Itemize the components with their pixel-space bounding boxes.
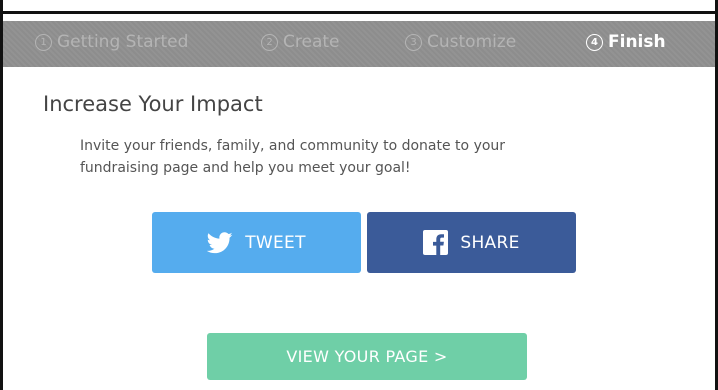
step-customize[interactable]: 3 Customize: [405, 32, 516, 52]
step-finish[interactable]: 4 Finish: [586, 32, 666, 52]
main-content: Increase Your Impact Invite your friends…: [3, 67, 715, 390]
step-create[interactable]: 2 Create: [261, 32, 340, 52]
step-label: Finish: [608, 32, 666, 52]
view-your-page-button[interactable]: VIEW YOUR PAGE >: [207, 333, 527, 380]
view-page-button-label: VIEW YOUR PAGE >: [286, 347, 448, 366]
step-label: Getting Started: [57, 32, 189, 52]
step-number-badge: 3: [405, 34, 422, 51]
tweet-button[interactable]: TWEET: [152, 212, 361, 273]
page-description: Invite your friends, family, and communi…: [80, 138, 506, 176]
step-number-badge: 4: [586, 34, 603, 51]
step-number-badge: 1: [35, 34, 52, 51]
twitter-bird-icon: [207, 231, 233, 254]
step-number-badge: 2: [261, 34, 278, 51]
step-label: Create: [283, 32, 340, 52]
share-button-label: SHARE: [460, 232, 520, 253]
tweet-button-label: TWEET: [245, 232, 306, 253]
facebook-icon: [423, 230, 449, 255]
progress-steps-bar: 1 Getting Started 2 Create 3 Customize 4 Fin…: [3, 21, 715, 67]
page-frame: 1 Getting Started 2 Create 3 Customize 4 Fin…: [0, 0, 718, 390]
facebook-share-button[interactable]: SHARE: [367, 212, 576, 273]
top-border-strip: [3, 0, 715, 14]
page-title: Increase Your Impact: [43, 92, 263, 116]
step-label: Customize: [427, 32, 517, 52]
step-getting-started[interactable]: 1 Getting Started: [35, 32, 188, 52]
